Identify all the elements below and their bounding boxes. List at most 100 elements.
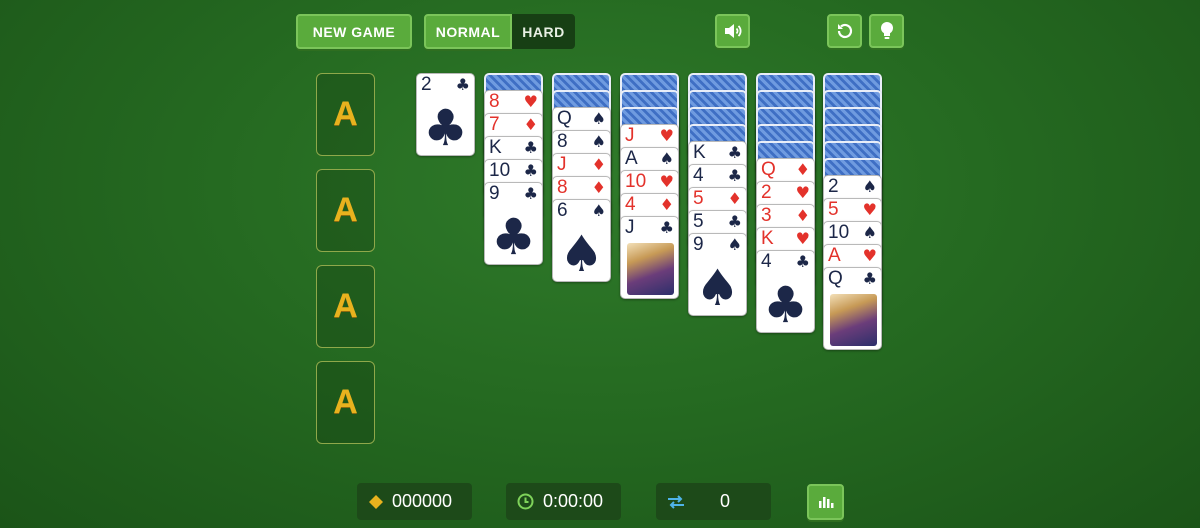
card-suit-icon: ♦	[659, 195, 674, 214]
face-card-portrait	[830, 294, 877, 346]
card-rank: 2	[761, 182, 772, 203]
card-rank: J	[625, 217, 635, 238]
score-display: 000000	[357, 483, 472, 520]
moves-value: 0	[720, 491, 731, 511]
foundation-pile[interactable]: A	[316, 265, 375, 348]
card-suit-icon: ♣	[523, 138, 538, 157]
moves-display: 0	[656, 483, 771, 520]
card-suit-icon: ♠	[862, 177, 877, 196]
card-rank: A	[625, 148, 638, 169]
card-suit-icon: ♦	[591, 155, 606, 174]
card-rank: 9	[693, 234, 704, 255]
card-rank: 8	[557, 177, 568, 198]
foundation-label: A	[333, 383, 358, 421]
card-rank: 8	[557, 131, 568, 152]
card-suit-icon: ♥	[862, 200, 877, 219]
card-suit-icon: ♠	[591, 201, 606, 220]
statistics-button[interactable]	[807, 484, 844, 520]
card-rank: K	[489, 137, 502, 158]
card-rank: J	[625, 125, 635, 146]
card-rank: 5	[693, 211, 704, 232]
time-value: 0:00:00	[543, 491, 604, 511]
foundation-pile[interactable]: A	[316, 169, 375, 252]
card-suit-icon: ♣	[455, 75, 470, 94]
card-rank: J	[557, 154, 567, 175]
card-suit-icon: ♣	[862, 269, 877, 288]
hint-button[interactable]	[869, 14, 904, 48]
card-suit-icon: ♣	[727, 212, 742, 231]
card-suit-icon: ♠	[591, 109, 606, 128]
card-rank: 9	[489, 183, 500, 204]
card-suit-icon: ♥	[795, 229, 810, 248]
undo-button[interactable]	[827, 14, 862, 48]
card-suit-icon: ♦	[591, 178, 606, 197]
card-suit-icon: ♣	[727, 143, 742, 162]
hint-bulb-icon	[880, 22, 893, 39]
card-rank: 4	[761, 251, 772, 272]
card-suit-icon: ♥	[659, 126, 674, 145]
card-rank: 2	[828, 176, 839, 197]
card-rank: Q	[761, 159, 776, 180]
card-center-suit-icon: ♠	[695, 259, 740, 316]
card-center-suit-icon: ♣	[423, 99, 468, 156]
card-suit-icon: ♣	[659, 218, 674, 237]
card-rank: 6	[557, 200, 568, 221]
playing-card[interactable]: 2 ♣ ♣	[416, 73, 475, 156]
card-suit-icon: ♥	[659, 172, 674, 191]
card-rank: A	[828, 245, 841, 266]
foundation-pile[interactable]: A	[316, 361, 375, 444]
card-suit-icon: ♠	[659, 149, 674, 168]
stats-icon	[818, 497, 833, 508]
new-game-button[interactable]: NEW GAME	[296, 14, 412, 49]
card-suit-icon: ♣	[523, 184, 538, 203]
card-suit-icon: ♦	[795, 206, 810, 225]
card-center-suit-icon: ♠	[559, 225, 604, 282]
playing-card[interactable]: 9 ♣ ♣	[484, 182, 543, 265]
playing-card[interactable]: 6 ♠ ♠	[552, 199, 611, 282]
mode-hard-button[interactable]: HARD	[512, 14, 575, 49]
card-rank: 5	[693, 188, 704, 209]
playing-card[interactable]: 4 ♣ ♣	[756, 250, 815, 333]
card-center-suit-icon: ♣	[763, 276, 808, 333]
clock-icon	[517, 493, 534, 510]
card-suit-icon: ♣	[523, 161, 538, 180]
card-suit-icon: ♦	[727, 189, 742, 208]
foundation-label: A	[333, 95, 358, 133]
mode-normal-button[interactable]: NORMAL	[424, 14, 512, 49]
card-rank: 4	[693, 165, 704, 186]
card-rank: 10	[828, 222, 850, 243]
card-suit-icon: ♠	[591, 132, 606, 151]
card-suit-icon: ♥	[862, 246, 877, 265]
card-suit-icon: ♦	[795, 160, 810, 179]
undo-icon	[837, 23, 852, 39]
face-card-portrait	[627, 243, 674, 295]
card-suit-icon: ♦	[523, 115, 538, 134]
sound-button[interactable]	[715, 14, 750, 48]
card-suit-icon: ♣	[795, 252, 810, 271]
score-value: 000000	[392, 491, 453, 511]
foundation-label: A	[333, 191, 358, 229]
card-rank: 7	[489, 114, 500, 135]
foundation-pile[interactable]: A	[316, 73, 375, 156]
playing-card[interactable]: 9 ♠ ♠	[688, 233, 747, 316]
card-suit-icon: ♣	[727, 166, 742, 185]
card-rank: 5	[828, 199, 839, 220]
card-rank: 3	[761, 205, 772, 226]
card-rank: K	[761, 228, 774, 249]
card-rank: K	[693, 142, 706, 163]
card-rank: 2	[421, 74, 432, 95]
volume-icon	[724, 24, 741, 38]
card-suit-icon: ♠	[727, 235, 742, 254]
playing-card[interactable]: Q ♣	[823, 267, 882, 350]
card-suit-icon: ♠	[862, 223, 877, 242]
moves-arrows-icon	[668, 494, 684, 509]
card-rank: Q	[828, 268, 843, 289]
foundation-label: A	[333, 287, 358, 325]
playing-card[interactable]: J ♣	[620, 216, 679, 299]
card-rank: 10	[489, 160, 511, 181]
card-rank: 8	[489, 91, 500, 112]
card-rank: 4	[625, 194, 636, 215]
card-rank: 10	[625, 171, 647, 192]
card-center-suit-icon: ♣	[491, 208, 536, 265]
card-rank: Q	[557, 108, 572, 129]
